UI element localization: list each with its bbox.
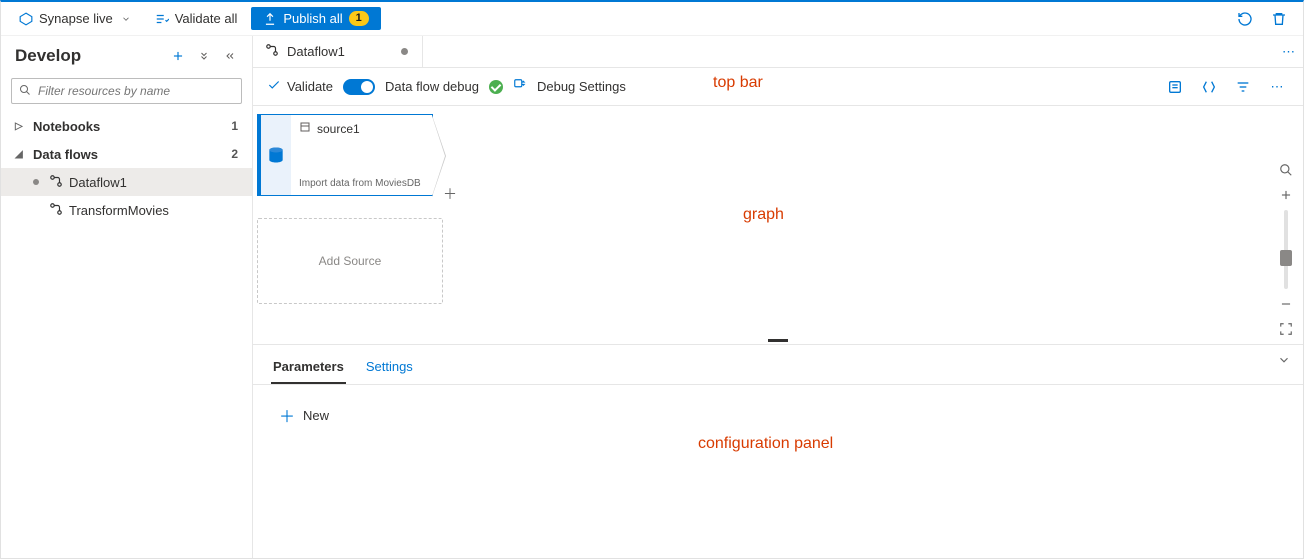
zoom-search-button[interactable] [1275,161,1297,180]
filter-settings-button[interactable] [1231,75,1255,99]
workspace-dropdown[interactable]: Synapse live [11,7,141,30]
add-step-button[interactable]: ＋ [443,184,457,204]
sidebar-title: Develop [15,46,162,66]
dataflow-toolbar: Validate Data flow debug Debug Settings … [253,68,1303,106]
check-icon [267,78,281,95]
debug-status-icon [489,80,503,94]
add-source-button[interactable]: Add Source [257,218,443,304]
zoom-fit-button[interactable] [1275,320,1297,339]
validate-list-icon [155,12,169,26]
zoom-out-button[interactable] [1275,295,1297,314]
publish-count-badge: 1 [349,11,369,26]
add-resource-button[interactable] [168,46,188,66]
resource-tree: ▷ Notebooks 1 ◢ Data flows 2 Dataflow1 [1,112,252,558]
validate-button[interactable]: Validate [267,78,333,95]
config-collapse-button[interactable] [1277,353,1291,370]
caret-right-icon: ▷ [15,121,27,132]
plus-icon: ＋ [279,403,295,427]
refresh-button[interactable] [1231,5,1259,33]
tree-item-transformmovies[interactable]: TransformMovies [1,196,252,224]
node-source1[interactable]: source1 Import data from MoviesDB [257,114,433,196]
chevron-down-icon [119,12,133,26]
debug-settings-label: Debug Settings [537,79,626,94]
config-tab-parameters[interactable]: Parameters [271,353,346,384]
top-command-bar: Synapse live Validate all Publish all 1 [1,2,1303,36]
tab-label: Dataflow1 [287,44,345,59]
tree-section-notebooks[interactable]: ▷ Notebooks 1 [1,112,252,140]
new-label: New [303,408,329,423]
node-title: source1 [317,122,360,136]
node-description: Import data from MoviesDB [299,178,424,189]
editor-tabs: Dataflow1 ⋯ [253,36,1303,68]
new-parameter-button[interactable]: ＋ New [273,399,335,431]
debug-settings-icon [513,78,527,95]
delete-button[interactable] [1265,5,1293,33]
publish-icon [263,12,277,26]
dataflow-canvas[interactable]: graph source1 [253,106,1269,338]
zoom-in-button[interactable] [1275,186,1297,205]
develop-sidebar: Develop ▷ Notebook [1,36,253,558]
toolbar-more-button[interactable]: ⋯ [1265,75,1289,99]
validate-all-label: Validate all [175,11,238,26]
workspace-label: Synapse live [39,11,113,26]
dataflow-icon [49,174,63,191]
publish-all-label: Publish all [283,11,342,26]
dirty-dot-icon [33,179,39,185]
tree-item-dataflow1[interactable]: Dataflow1 [1,168,252,196]
tree-item-label: Dataflow1 [69,175,127,190]
dataset-icon [299,121,311,136]
code-view-button[interactable] [1197,75,1221,99]
tab-dataflow1[interactable]: Dataflow1 [253,36,423,67]
source-type-icon [261,115,291,195]
main-area: Dataflow1 ⋯ Validate Data flow debug [253,36,1303,558]
dirty-dot-icon [401,48,408,55]
annotation-topbar: top bar [713,74,763,92]
config-tab-settings[interactable]: Settings [364,353,415,384]
script-view-button[interactable] [1163,75,1187,99]
validate-all-button[interactable]: Validate all [147,7,246,30]
publish-all-button[interactable]: Publish all 1 [251,7,380,30]
dataflow-icon [265,43,279,60]
annotation-graph: graph [743,206,784,224]
caret-down-icon: ◢ [15,149,27,160]
debug-label: Data flow debug [385,79,479,94]
validate-label: Validate [287,79,333,94]
zoom-thumb[interactable] [1280,250,1292,266]
expand-all-button[interactable] [194,46,214,66]
search-icon [19,84,31,99]
tree-section-dataflows[interactable]: ◢ Data flows 2 [1,140,252,168]
filter-input[interactable] [11,78,242,104]
zoom-controls [1269,106,1303,338]
config-panel: Parameters Settings ＋ New configuration … [253,344,1303,558]
collapse-sidebar-button[interactable] [220,46,240,66]
zoom-slider[interactable] [1284,210,1288,289]
debug-toggle[interactable] [343,79,375,95]
debug-settings-button[interactable]: Debug Settings [537,79,626,94]
tree-item-label: TransformMovies [69,203,169,218]
dataflow-icon [49,202,63,219]
tab-overflow-button[interactable]: ⋯ [1282,36,1295,67]
add-source-label: Add Source [319,254,382,268]
synapse-icon [19,12,33,26]
